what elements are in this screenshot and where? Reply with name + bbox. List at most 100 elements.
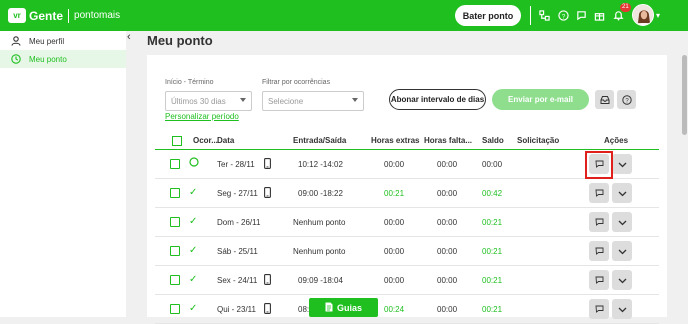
chevron-down-icon (618, 213, 627, 231)
chat-icon[interactable] (575, 9, 587, 21)
row-missing-hours: 00:00 (437, 247, 458, 256)
check-icon: ✓ (189, 303, 198, 314)
help-icon[interactable]: ? (617, 90, 636, 109)
sidebar-item-label: Meu perfil (29, 36, 65, 46)
chevron-down-icon (618, 155, 627, 173)
speech-bubble-icon (595, 300, 604, 318)
table-row: ✓ Dom - 26/11 Nenhum ponto 00:00 00:00 00:21 (155, 208, 659, 237)
row-missing-hours: 00:00 (437, 305, 458, 314)
expand-row-button[interactable] (612, 299, 632, 319)
speech-bubble-icon (595, 213, 604, 231)
row-in-out: 08: (298, 305, 310, 314)
row-missing-hours: 00:00 (437, 218, 458, 227)
inbox-icon[interactable] (595, 90, 614, 109)
phone-icon (264, 303, 271, 316)
row-extra-hours: 00:00 (384, 160, 405, 169)
abonar-interval-button[interactable]: Abonar intervalo de dias (389, 89, 486, 110)
row-balance: 00:21 (482, 276, 503, 285)
row-missing-hours: 00:00 (437, 276, 458, 285)
comment-action-button[interactable] (589, 212, 609, 232)
brand-logo[interactable]: vr Gente pontomais (8, 8, 120, 23)
row-date: Seg - 27/11 (217, 189, 258, 198)
select-all-checkbox[interactable] (172, 136, 182, 146)
help-icon[interactable]: ? (557, 9, 569, 21)
table-row: ✓ Sáb - 25/11 Nenhum ponto 00:00 00:00 00:21 (155, 237, 659, 266)
chevron-down-icon (618, 271, 627, 289)
row-checkbox[interactable] (170, 246, 180, 256)
row-checkbox[interactable] (170, 159, 180, 169)
chevron-down-icon (352, 98, 358, 102)
occurrence-label: Filtrar por ocorrências (262, 79, 331, 86)
row-date: Ter - 28/11 (217, 160, 255, 169)
row-extra-hours: 00:00 (384, 247, 405, 256)
period-select[interactable]: Últimos 30 dias (165, 91, 252, 111)
brand-sub: pontomais (74, 10, 121, 21)
expand-row-button[interactable] (612, 241, 632, 261)
row-checkbox[interactable] (170, 188, 180, 198)
brand-name: Gente (29, 8, 64, 23)
logo-divider (68, 8, 70, 23)
sidebar-item-my-time[interactable]: Meu ponto (0, 50, 126, 68)
clock-icon (10, 54, 21, 65)
check-icon: ✓ (189, 187, 198, 198)
pending-icon (189, 157, 199, 169)
row-checkbox[interactable] (170, 217, 180, 227)
clock-in-button[interactable]: Bater ponto (455, 5, 521, 26)
header-extra-hours: Horas extras (371, 136, 420, 145)
row-checkbox[interactable] (170, 275, 180, 285)
header-in-out: Entrada/Saída (293, 136, 347, 145)
comment-action-button[interactable] (589, 241, 609, 261)
collapse-sidebar-icon[interactable]: ‹ (127, 31, 131, 43)
table-row: ✓ Sex - 24/11 09:09 -18:04 00:00 00:00 00:21 (155, 266, 659, 295)
expand-row-button[interactable] (612, 270, 632, 290)
expand-row-button[interactable] (612, 154, 632, 174)
row-missing-hours: 00:00 (437, 189, 458, 198)
table-row: Ter - 28/11 10:12 -14:02 00:00 00:00 00:00 (155, 150, 659, 179)
row-balance: 00:21 (482, 247, 503, 256)
speech-bubble-icon (595, 184, 604, 202)
chevron-down-icon (618, 300, 627, 318)
guias-button[interactable]: Guias (309, 298, 378, 317)
header-missing-hours: Horas falta... (424, 136, 473, 145)
person-icon (10, 36, 21, 47)
chevron-down-icon[interactable]: ▾ (656, 11, 660, 20)
chevron-down-icon (618, 242, 627, 260)
header-request: Solicitação (517, 136, 560, 145)
org-chart-icon[interactable] (538, 9, 550, 21)
period-select-value: Últimos 30 dias (171, 96, 226, 106)
avatar[interactable] (632, 4, 654, 26)
chevron-down-icon (618, 184, 627, 202)
row-balance: 00:21 (482, 305, 503, 314)
header-divider (530, 6, 531, 25)
check-icon: ✓ (189, 274, 198, 285)
occurrence-select[interactable]: Selecione (262, 91, 364, 111)
expand-row-button[interactable] (612, 212, 632, 232)
gift-icon[interactable] (593, 9, 605, 21)
comment-action-button[interactable] (589, 270, 609, 290)
row-date: Sáb - 25/11 (217, 247, 258, 256)
send-email-button[interactable]: Enviar por e-mail (492, 89, 589, 110)
row-balance: 00:42 (482, 189, 503, 198)
row-in-out: Nenhum ponto (293, 218, 346, 227)
expand-row-button[interactable] (612, 183, 632, 203)
phone-icon (264, 274, 271, 287)
occurrence-select-value: Selecione (268, 96, 304, 106)
row-extra-hours: 00:00 (384, 218, 405, 227)
chevron-down-icon (240, 98, 246, 102)
comment-action-button[interactable] (589, 299, 609, 319)
phone-icon (264, 158, 271, 171)
logo-badge: vr (8, 8, 26, 23)
sidebar-item-profile[interactable]: Meu perfil (0, 32, 126, 50)
comment-action-button[interactable] (589, 183, 609, 203)
row-checkbox[interactable] (170, 304, 180, 314)
header-balance: Saldo (482, 136, 504, 145)
header-date: Data (217, 136, 235, 145)
speech-bubble-icon (595, 271, 604, 289)
custom-period-link[interactable]: Personalizar período (165, 112, 239, 121)
table-row: ✓ Qui - 23/11 08: 00:24 00:00 00:21 (155, 295, 659, 324)
row-balance: 00:21 (482, 218, 503, 227)
row-balance: 00:00 (482, 160, 503, 169)
row-date: Qui - 23/11 (217, 305, 256, 314)
speech-bubble-icon (595, 242, 604, 260)
scrollbar[interactable] (682, 55, 687, 135)
